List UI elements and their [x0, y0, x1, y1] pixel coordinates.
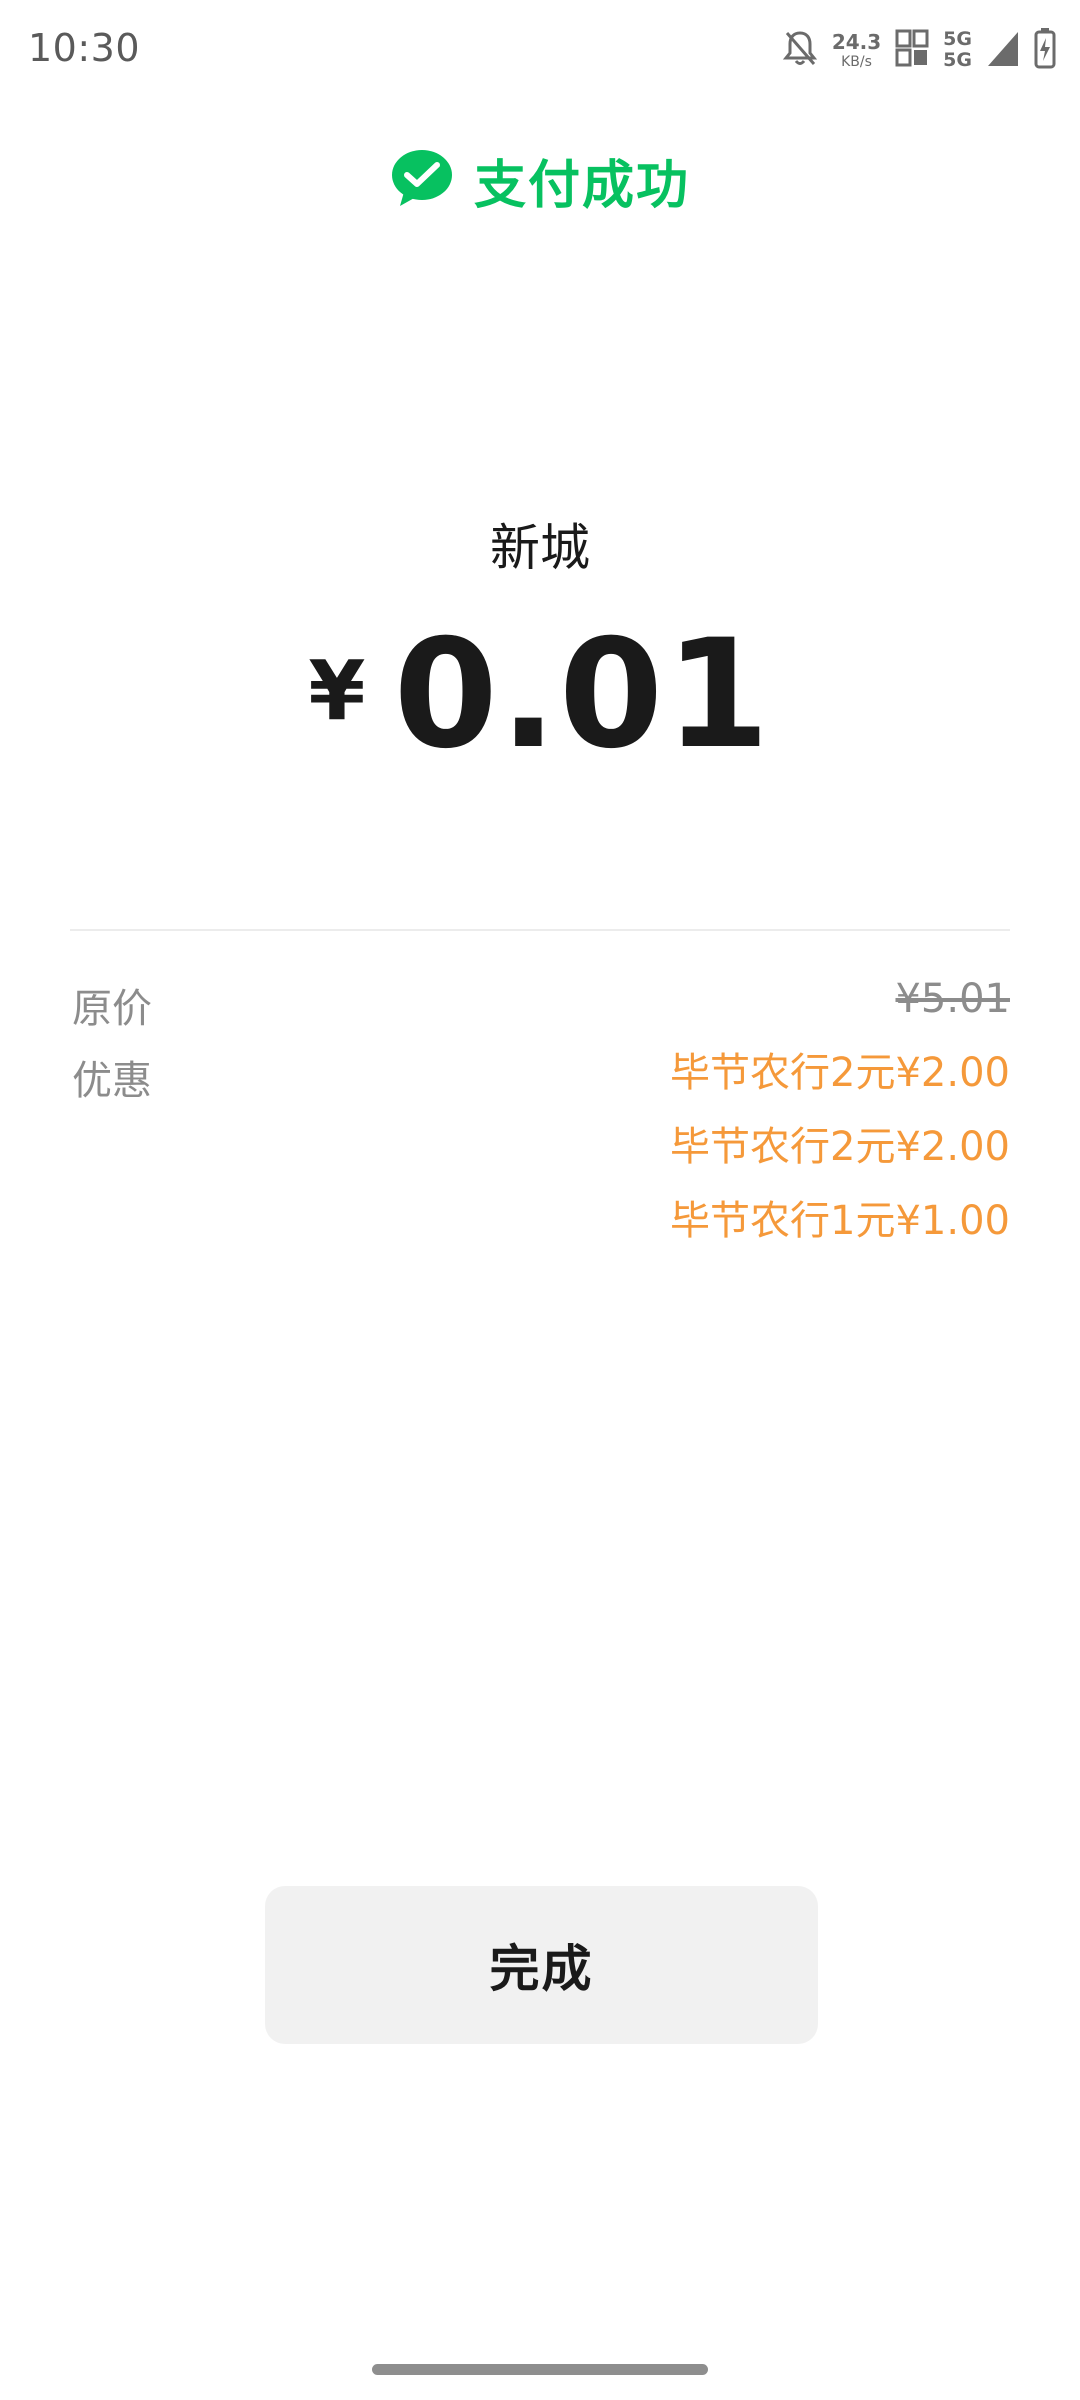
discount-label: 优惠: [72, 1058, 152, 1104]
signal-icon: [986, 28, 1020, 72]
amount-value: 0.01: [393, 608, 772, 782]
network-speed: 24.3 KB/s: [832, 32, 881, 69]
status-time: 10:30: [28, 26, 141, 70]
payment-status-header: 支付成功: [0, 140, 1080, 220]
currency-symbol: ¥: [308, 644, 366, 739]
discount-item: 毕节农行2元¥2.00: [670, 1050, 1010, 1096]
original-price-value: ¥5.01: [895, 976, 1010, 1022]
payment-success-title: 支付成功: [473, 155, 690, 216]
battery-icon: [1034, 27, 1056, 73]
network-speed-value: 24.3: [831, 29, 882, 54]
home-indicator[interactable]: [372, 2364, 708, 2375]
merchant-name: 新城: [490, 519, 590, 577]
bell-off-icon: [782, 28, 818, 72]
done-button[interactable]: 完成: [265, 1886, 818, 2044]
divider: [70, 929, 1010, 931]
wechat-pay-check-icon: [390, 148, 454, 212]
network-speed-unit: KB/s: [841, 53, 872, 70]
discount-item: 毕节农行1元¥1.00: [670, 1198, 1010, 1244]
hd-sim-icon: [895, 28, 929, 72]
status-icons: 24.3 KB/s 5G 5G: [782, 22, 1056, 78]
original-price-label: 原价: [72, 986, 152, 1032]
discount-item: 毕节农行2元¥2.00: [670, 1124, 1010, 1170]
network-type: 5G 5G: [943, 29, 972, 71]
paid-amount: ¥ 0.01: [0, 620, 1080, 770]
network-type-bottom: 5G: [943, 49, 972, 71]
discount-list: 毕节农行2元¥2.00 毕节农行2元¥2.00 毕节农行1元¥1.00: [670, 1048, 1010, 1270]
network-type-top: 5G: [943, 28, 972, 50]
status-bar: 10:30 24.3 KB/s 5G 5G: [0, 0, 1080, 100]
